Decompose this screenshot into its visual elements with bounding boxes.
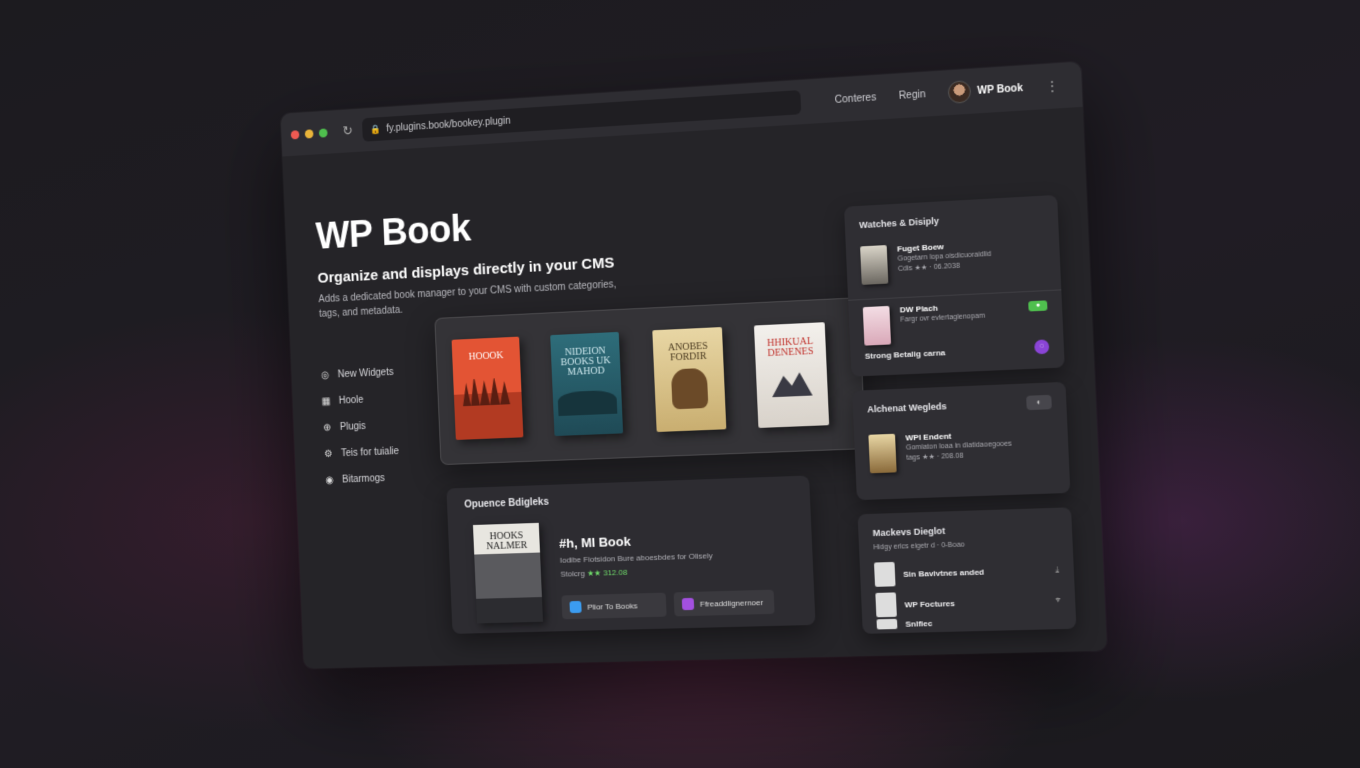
grid-icon: ▦ (321, 396, 332, 407)
sidebar-item-plugis[interactable]: ⊕ Plugis (321, 412, 398, 441)
list-item[interactable]: DW Plach Fargr ovr evlertaglenopam (863, 301, 986, 345)
item-title: Sin Bavivtnes anded (903, 567, 984, 578)
panel-title: Alchenat Wegleds (867, 401, 947, 414)
landscape-illustration (771, 369, 813, 397)
sidebar-item-label: Bitarmogs (342, 473, 385, 485)
panel-title: Mackevs Dieglot (872, 526, 945, 538)
reload-icon[interactable]: ↻ (342, 123, 353, 139)
book-carousel: HOOOK NIDEION BOOKS UK MAHOD ANOBES FORD… (434, 297, 866, 465)
sidebar-item-label: Teis for tuialie (341, 446, 399, 459)
featured-book-card: Opuence Bdigleks HOOKS NALMER #h, MI Boo… (446, 476, 815, 634)
list-item[interactable]: WPI Endent Gomiaton loaa in diatidaoegoo… (868, 429, 1013, 473)
status-badge: ● (1028, 300, 1047, 311)
chat-icon: ◉ (324, 475, 335, 486)
forest-illustration (462, 371, 514, 407)
secondary-action-button[interactable]: Ffreaddlignernoer (674, 590, 775, 617)
sidebar-item-label: Hoole (339, 395, 364, 407)
creature-illustration (671, 368, 709, 410)
item-title: Snlfiec (905, 618, 932, 628)
list-item[interactable]: Snlfiec (876, 615, 1061, 630)
settings-icon[interactable]: ◐ (1026, 395, 1052, 410)
book-thumbnail (875, 592, 897, 617)
scene-background: ↻ 🔒 fy.plugins.book/bookey.plugin Conter… (0, 0, 1360, 768)
mackevs-dieglot-panel: Mackevs Dieglot Hidgy erlcs eigetr d · 0… (858, 507, 1077, 634)
maximize-window-dot[interactable] (319, 128, 328, 137)
minimize-window-dot[interactable] (305, 129, 314, 138)
book-icon (569, 601, 581, 613)
rating-stars: ★★ (587, 569, 601, 578)
pin-icon[interactable]: ⌖ (1055, 595, 1060, 605)
browser-window: ↻ 🔒 fy.plugins.book/bookey.plugin Conter… (281, 62, 1107, 669)
avatar (948, 80, 972, 104)
rating-value: 312.08 (603, 568, 627, 578)
sidebar-item-label: Plugis (340, 421, 366, 433)
list-item[interactable]: Fuget Boew Gogetarn lopa oisdicuoraidlid… (860, 240, 992, 285)
featured-rating: Stolcrg ★★ 312.08 (560, 568, 627, 579)
plior-to-books-button[interactable]: Plior To Books (561, 593, 666, 620)
url-text: fy.plugins.book/bookey.plugin (386, 115, 511, 134)
circle-icon: ◎ (320, 370, 331, 381)
nav-link-regin[interactable]: Regin (898, 89, 925, 102)
book-cover-title: ANOBES FORDIR (653, 341, 723, 364)
sidebar-item-teis[interactable]: ⚙ Teis for tuialie (323, 438, 400, 467)
watches-display-panel: Watches & Disiply Fuget Boew Gogetarn lo… (844, 195, 1065, 377)
address-bar[interactable]: 🔒 fy.plugins.book/bookey.plugin (362, 90, 801, 142)
item-subtitle: Fargr ovr evlertaglenopam (900, 313, 985, 324)
featured-cover-title: HOOKS NALMER (486, 530, 527, 552)
sidebar-item-bitarmogs[interactable]: ◉ Bitarmogs (324, 465, 401, 494)
close-window-dot[interactable] (291, 130, 300, 139)
sea-illustration (558, 390, 618, 416)
user-menu[interactable]: WP Book (948, 77, 1024, 104)
sidebar-item-hoole[interactable]: ▦ Hoole (320, 386, 397, 416)
book-cover-card[interactable]: HHIKUAL DENENES (754, 322, 829, 428)
globe-icon: ⊕ (322, 422, 333, 433)
rating-label: Stolcrg (560, 569, 585, 579)
nav-link-conteres[interactable]: Conteres (835, 92, 877, 106)
featured-book-title: #h, MI Book (559, 534, 631, 551)
widget-icon (682, 598, 694, 610)
gear-icon: ⚙ (323, 449, 334, 460)
panel-title: Watches & Disiply (859, 216, 939, 230)
divider (848, 289, 1061, 300)
item-meta: tags ★★ · 208.08 (906, 450, 1012, 462)
book-thumbnail (876, 619, 897, 630)
button-label: Plior To Books (587, 601, 638, 611)
download-icon[interactable]: ⤓ (1055, 564, 1059, 574)
featured-section-label: Opuence Bdigleks (464, 497, 549, 511)
book-thumbnail (874, 562, 896, 587)
book-thumbnail (863, 306, 891, 346)
sidebar-nav: ◎ New Widgets ▦ Hoole ⊕ Plugis ⚙ Teis fo… (319, 359, 400, 494)
featured-book-cover[interactable]: HOOKS NALMER (473, 523, 543, 624)
panel-subtitle: Hidgy erlcs eigetr d · 0-Boao (873, 541, 965, 551)
book-cover-card[interactable]: HOOOK (452, 337, 524, 440)
book-cover-card[interactable]: ANOBES FORDIR (652, 327, 726, 432)
list-item[interactable]: Strong Betalig carna (865, 343, 1050, 360)
sidebar-item-new-widgets[interactable]: ◎ New Widgets (319, 359, 396, 389)
book-thumbnail (868, 434, 896, 474)
item-title: WP Foctures (904, 598, 955, 608)
list-item[interactable]: WP Foctures ⌖ (875, 588, 1061, 617)
alchenat-widgets-panel: Alchenat Wegleds ◐ WPI Endent Gomiaton l… (852, 382, 1070, 500)
button-label: Ffreaddlignernoer (700, 598, 764, 609)
top-nav: Conteres Regin WP Book ⋮ (834, 74, 1059, 111)
book-cover-title: HOOOK (468, 351, 503, 362)
book-cover-card[interactable]: NIDEION BOOKS UK MAHOD (550, 332, 623, 436)
window-controls (291, 128, 328, 139)
book-thumbnail (860, 245, 888, 285)
featured-book-description: Iodibe Fiotsidon Bure aboesbdes for Olis… (560, 551, 713, 565)
lock-icon: 🔒 (370, 124, 381, 135)
book-cover-title: NIDEION BOOKS UK MAHOD (551, 346, 621, 379)
more-options-icon[interactable]: ⋮ (1046, 79, 1059, 94)
item-title: Strong Betalig carna (865, 348, 946, 361)
browser-toolbar: ↻ 🔒 fy.plugins.book/bookey.plugin Conter… (281, 62, 1083, 157)
book-cover-title: HHIKUAL DENENES (755, 336, 827, 359)
sidebar-item-label: New Widgets (337, 367, 393, 380)
list-item[interactable]: Sin Bavivtnes anded ⤓ (874, 557, 1060, 587)
page-title: WP Book (315, 208, 471, 259)
user-name: WP Book (977, 82, 1023, 96)
